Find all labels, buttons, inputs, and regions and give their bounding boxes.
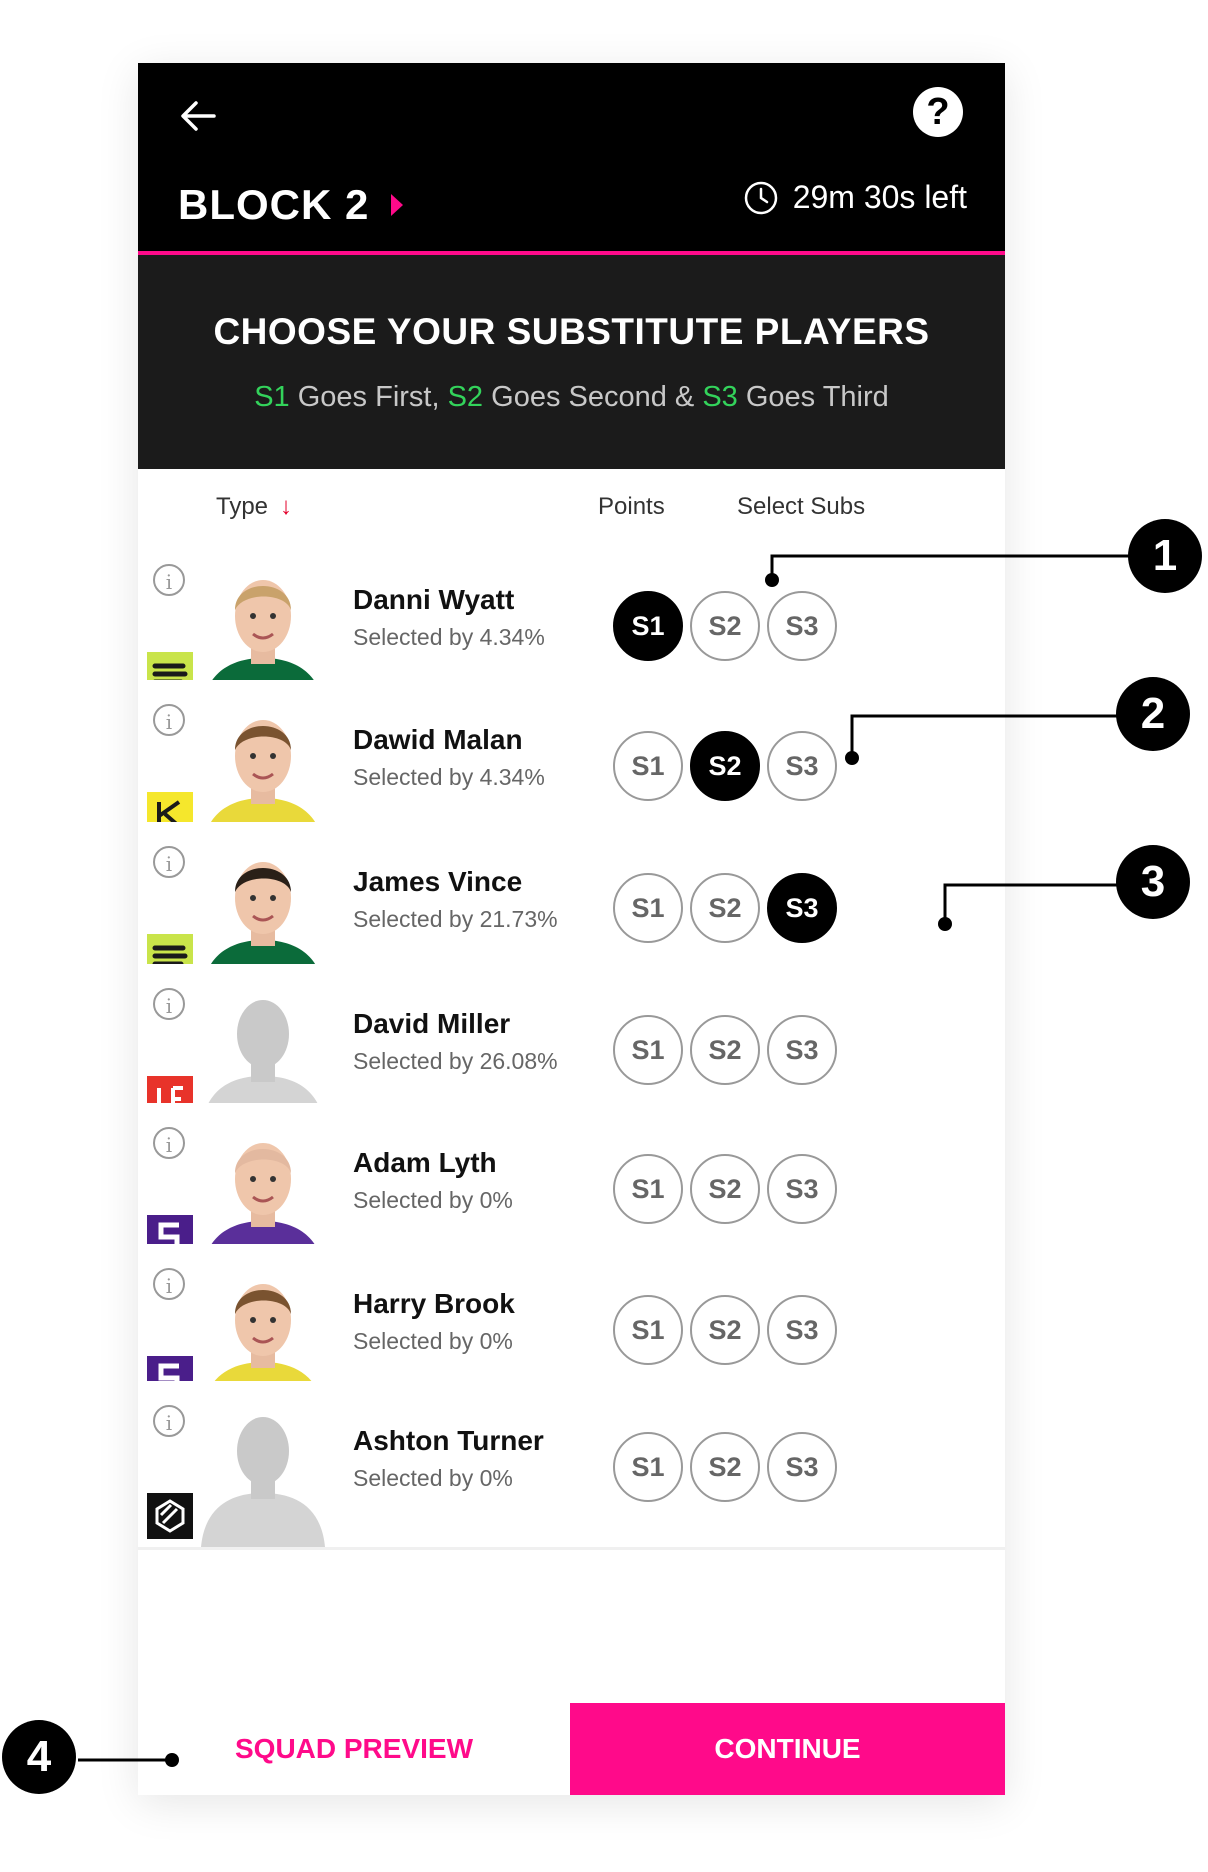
banner-title: CHOOSE YOUR SUBSTITUTE PLAYERS bbox=[213, 311, 930, 352]
sub-1-button[interactable]: S1 bbox=[613, 873, 683, 943]
info-icon[interactable]: i bbox=[153, 1127, 185, 1159]
sub-3-button[interactable]: S3 bbox=[767, 1154, 837, 1224]
player-selected-by: Selected by 0% bbox=[353, 1328, 513, 1354]
points-header[interactable]: Points bbox=[598, 493, 665, 521]
sub-2-button[interactable]: S2 bbox=[690, 731, 760, 801]
player-name: Danni Wyatt bbox=[353, 584, 515, 615]
callout-2: 2 bbox=[1116, 677, 1190, 751]
player-selected-by: Selected by 4.34% bbox=[353, 764, 545, 790]
player-name: Harry Brook bbox=[353, 1288, 515, 1319]
instruction-banner: CHOOSE YOUR SUBSTITUTE PLAYERS S1 Goes F… bbox=[138, 255, 1005, 469]
player-selected-by: Selected by 0% bbox=[353, 1187, 513, 1213]
sub-3-button[interactable]: S3 bbox=[767, 1295, 837, 1365]
top-bar: ? BLOCK 2 29m 30s left bbox=[138, 63, 1005, 251]
s3-hint: S3 bbox=[702, 381, 738, 413]
clock-icon bbox=[744, 181, 777, 214]
player-name: Ashton Turner bbox=[353, 1425, 544, 1456]
s1-hint-text: Goes First, bbox=[289, 381, 448, 413]
sub-3-button[interactable]: S3 bbox=[767, 731, 837, 801]
s2-hint-text: Goes Second & bbox=[483, 381, 703, 413]
player-name: Dawid Malan bbox=[353, 724, 523, 755]
s1-hint: S1 bbox=[254, 381, 290, 413]
info-icon[interactable]: i bbox=[153, 988, 185, 1020]
info-icon[interactable]: i bbox=[153, 846, 185, 878]
player-name: Adam Lyth bbox=[353, 1147, 497, 1178]
sub-2-button[interactable]: S2 bbox=[690, 591, 760, 661]
continue-button[interactable]: CONTINUE bbox=[570, 1703, 1005, 1795]
type-sort-header[interactable]: Type ↓ bbox=[216, 493, 292, 521]
sub-2-button[interactable]: S2 bbox=[690, 1015, 760, 1085]
sort-down-icon: ↓ bbox=[280, 493, 293, 520]
chevron-right-icon bbox=[391, 194, 404, 216]
sub-3-button[interactable]: S3 bbox=[767, 591, 837, 661]
timer-text: 29m 30s left bbox=[792, 179, 967, 215]
player-name: James Vince bbox=[353, 866, 523, 897]
s2-hint: S2 bbox=[447, 381, 484, 413]
info-icon[interactable]: i bbox=[153, 564, 185, 596]
callout-3: 3 bbox=[1116, 845, 1190, 919]
sub-2-button[interactable]: S2 bbox=[690, 1295, 760, 1365]
sub-1-button[interactable]: S1 bbox=[613, 591, 683, 661]
player-selected-by: Selected by 26.08% bbox=[353, 1048, 558, 1074]
player-row: i Ashton Turner Selected by 0% S1 S2 S3 bbox=[138, 1381, 1005, 1550]
s3-hint-text: Goes Third bbox=[737, 381, 889, 413]
callout-1: 1 bbox=[1128, 519, 1202, 593]
team-logo-icon bbox=[147, 1493, 193, 1539]
info-icon[interactable]: i bbox=[153, 1268, 185, 1300]
sub-3-button[interactable]: S3 bbox=[767, 1015, 837, 1085]
column-header: Type ↓ Points Select Subs bbox=[138, 469, 1005, 548]
player-selected-by: Selected by 4.34% bbox=[353, 624, 545, 650]
sub-2-button[interactable]: S2 bbox=[690, 1154, 760, 1224]
sub-2-button[interactable]: S2 bbox=[690, 1432, 760, 1502]
info-icon[interactable]: i bbox=[153, 704, 185, 736]
app-screen: ? BLOCK 2 29m 30s left CHOOSE YOUR SUBST… bbox=[138, 63, 1005, 1795]
banner-subtitle: S1 Goes First, S2 Goes Second & S3 Goes … bbox=[138, 381, 1005, 414]
type-label: Type bbox=[216, 493, 269, 520]
callout-4: 4 bbox=[2, 1720, 76, 1794]
player-selected-by: Selected by 0% bbox=[353, 1465, 513, 1491]
sub-3-button[interactable]: S3 bbox=[767, 873, 837, 943]
info-icon[interactable]: i bbox=[153, 1405, 185, 1437]
footer-bar: SQUAD PREVIEW CONTINUE bbox=[138, 1703, 1005, 1795]
block-title[interactable]: BLOCK 2 bbox=[178, 181, 404, 229]
help-icon[interactable]: ? bbox=[913, 87, 963, 137]
sub-1-button[interactable]: S1 bbox=[613, 1295, 683, 1365]
select-subs-header: Select Subs bbox=[737, 493, 866, 520]
player-photo bbox=[193, 1395, 333, 1547]
player-selected-by: Selected by 21.73% bbox=[353, 906, 558, 932]
block-title-label: BLOCK 2 bbox=[178, 181, 370, 228]
timer: 29m 30s left bbox=[743, 179, 967, 216]
sub-1-button[interactable]: S1 bbox=[613, 1432, 683, 1502]
sub-1-button[interactable]: S1 bbox=[613, 731, 683, 801]
sub-2-button[interactable]: S2 bbox=[690, 873, 760, 943]
squad-preview-button[interactable]: SQUAD PREVIEW bbox=[138, 1703, 570, 1795]
sub-1-button[interactable]: S1 bbox=[613, 1154, 683, 1224]
sub-1-button[interactable]: S1 bbox=[613, 1015, 683, 1085]
back-arrow-icon[interactable] bbox=[174, 91, 224, 141]
sub-3-button[interactable]: S3 bbox=[767, 1432, 837, 1502]
player-name: David Miller bbox=[353, 1008, 511, 1039]
